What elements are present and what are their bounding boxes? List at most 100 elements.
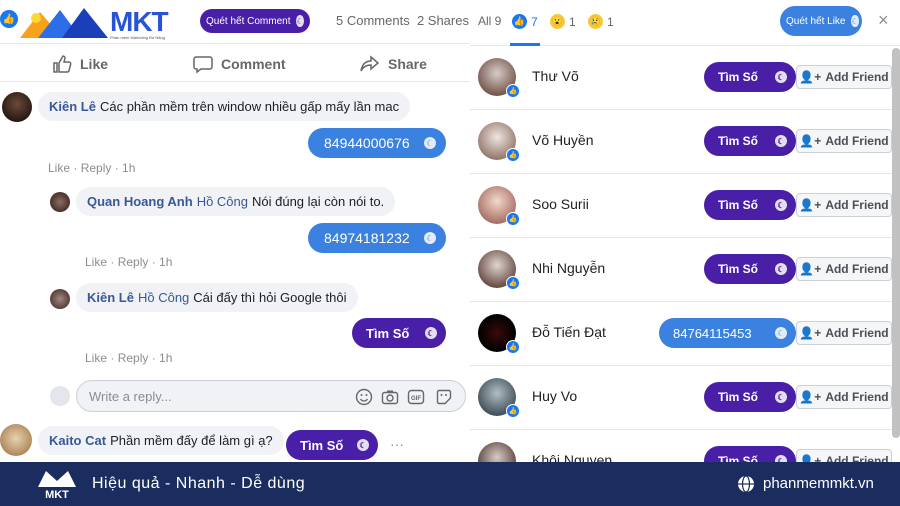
moon-icon: ☾ — [425, 327, 437, 339]
footer-website-link[interactable]: phanmemmkt.vn — [763, 475, 874, 492]
moon-icon: ☾ — [296, 15, 304, 27]
scan-all-comments-button[interactable]: Quét hết Comment ☾ — [200, 9, 310, 33]
avatar[interactable] — [2, 92, 32, 122]
phone-result-button[interactable]: 84974181232 ☾ — [308, 223, 446, 253]
like-link[interactable]: Like — [85, 351, 107, 365]
tab-sad[interactable]: 😢 1 — [588, 14, 614, 29]
reply-input[interactable]: Write a reply... GIF — [76, 380, 466, 412]
liker-name[interactable]: Soo Surii — [532, 196, 589, 212]
phone-number: 84764115453 — [673, 325, 752, 341]
list-item: Khôi Nguyen Tìm Số ☾ 👤+ Add Friend — [470, 430, 892, 462]
shares-count[interactable]: 2 Shares — [417, 13, 469, 28]
like-action-button[interactable]: Like — [52, 54, 108, 74]
more-options-icon[interactable]: ··· — [390, 436, 404, 452]
phone-result-button[interactable]: 84944000676 ☾ — [308, 128, 446, 158]
comment-author[interactable]: Kiên Lê — [87, 290, 134, 305]
moon-icon: ☾ — [851, 15, 859, 27]
find-number-button[interactable]: Tìm Số ☾ — [352, 318, 446, 348]
liker-name[interactable]: Nhi Nguyễn — [532, 260, 605, 276]
add-friend-button[interactable]: 👤+ Add Friend — [796, 193, 892, 217]
reactions-panel: All 9 👍 7 😮 1 😢 1 Quét hết Like ☾ × 👍 Th… — [470, 0, 900, 462]
add-friend-button[interactable]: 👤+ Add Friend — [796, 449, 892, 462]
liker-name[interactable]: Thư Võ — [532, 68, 579, 84]
liker-name[interactable]: Huy Vo — [532, 388, 577, 404]
add-friend-button[interactable]: 👤+ Add Friend — [796, 65, 892, 89]
comment-bubble: Quan Hoang Anh Hồ Công Nói đúng lại còn nó… — [76, 187, 396, 216]
moon-icon: ☾ — [775, 71, 787, 83]
comment-bubble-icon — [193, 56, 213, 74]
post-action-bar: Like Comment Share — [0, 44, 470, 82]
share-arrow-icon — [360, 55, 380, 72]
scrollbar[interactable] — [892, 48, 900, 438]
brand-subtitle: Phần mềm Marketing Đa Năng — [110, 35, 165, 40]
mention-tag[interactable]: Hồ Công — [197, 194, 248, 209]
add-friend-icon: 👤+ — [799, 134, 822, 148]
find-number-label: Tìm Số — [300, 437, 344, 453]
scan-all-likes-button[interactable]: Quét hết Like ☾ — [780, 6, 862, 36]
avatar[interactable] — [0, 424, 32, 456]
moon-icon: ☾ — [357, 439, 369, 451]
liker-name[interactable]: Võ Huyền — [532, 132, 593, 148]
comment-bubble: Kaito Cat Phần mềm đấy để làm gì ạ? — [38, 426, 284, 455]
liker-name[interactable]: Đỗ Tiến Đạt — [532, 324, 606, 340]
svg-text:GIF: GIF — [411, 396, 421, 402]
brand-name: MKT — [110, 6, 169, 37]
find-number-button[interactable]: Tìm Số ☾ — [704, 62, 796, 92]
camera-icon[interactable] — [381, 388, 399, 406]
comment-bubble: Kiên Lê Các phần mềm trên window nhiều gấ… — [38, 92, 411, 121]
tab-like[interactable]: 👍 7 — [512, 14, 538, 29]
add-friend-button[interactable]: 👤+ Add Friend — [796, 257, 892, 281]
reply-link[interactable]: Reply — [81, 161, 112, 175]
reply-link[interactable]: Reply — [118, 255, 149, 269]
find-number-label: Tìm Số — [366, 325, 410, 341]
add-friend-label: Add Friend — [825, 70, 889, 84]
find-number-label: Tìm Số — [718, 454, 759, 462]
find-number-button[interactable]: Tìm Số ☾ — [286, 430, 378, 460]
moon-icon: ☾ — [775, 327, 787, 339]
footer-logo-text: MKT — [45, 489, 69, 501]
close-icon[interactable]: × — [878, 10, 889, 31]
add-friend-label: Add Friend — [825, 390, 889, 404]
gif-icon[interactable]: GIF — [407, 388, 425, 406]
emoji-icon[interactable] — [355, 388, 373, 406]
share-action-button[interactable]: Share — [360, 54, 427, 74]
add-friend-button[interactable]: 👤+ Add Friend — [796, 129, 892, 153]
like-badge-icon: 👍 — [506, 212, 520, 226]
avatar[interactable] — [50, 192, 70, 212]
comment-bubble: Kiên Lê Hồ Công Cái đấy thì hỏi Google thô… — [76, 283, 358, 312]
like-badge-icon: 👍 — [506, 404, 520, 418]
find-number-label: Tìm Số — [718, 262, 759, 276]
tab-wow[interactable]: 😮 1 — [550, 14, 576, 29]
comments-count[interactable]: 5 Comments — [336, 13, 410, 28]
phone-result-button[interactable]: 84764115453 ☾ — [659, 318, 796, 348]
tab-all[interactable]: All 9 — [478, 14, 501, 28]
comment-text: Cái đấy thì hỏi Google thôi — [193, 290, 347, 305]
avatar[interactable] — [50, 289, 70, 309]
list-item: 👍 Soo Surii Tìm Số ☾ 👤+ Add Friend — [470, 174, 892, 238]
moon-icon: ☾ — [775, 135, 787, 147]
comment-action-button[interactable]: Comment — [193, 54, 286, 74]
find-number-button[interactable]: Tìm Số ☾ — [704, 126, 796, 156]
find-number-button[interactable]: Tìm Số ☾ — [704, 446, 796, 462]
add-friend-label: Add Friend — [825, 198, 889, 212]
like-badge-icon: 👍 — [506, 148, 520, 162]
comment-author[interactable]: Kiên Lê — [49, 99, 96, 114]
like-badge-icon: 👍 — [506, 340, 520, 354]
find-number-button[interactable]: Tìm Số ☾ — [704, 190, 796, 220]
sticker-icon[interactable] — [435, 388, 453, 406]
reply-link[interactable]: Reply — [118, 351, 149, 365]
liker-name[interactable]: Khôi Nguyen — [532, 452, 612, 462]
like-reaction-icon: 👍 — [0, 10, 18, 28]
like-link[interactable]: Like — [48, 161, 70, 175]
like-link[interactable]: Like — [85, 255, 107, 269]
comment-author[interactable]: Quan Hoang Anh — [87, 194, 193, 209]
mention-tag[interactable]: Hồ Công — [138, 290, 189, 305]
add-friend-button[interactable]: 👤+ Add Friend — [796, 321, 892, 345]
comment-author[interactable]: Kaito Cat — [49, 433, 106, 448]
tab-sad-count: 1 — [607, 14, 614, 29]
find-number-button[interactable]: Tìm Số ☾ — [704, 382, 796, 412]
add-friend-button[interactable]: 👤+ Add Friend — [796, 385, 892, 409]
find-number-button[interactable]: Tìm Số ☾ — [704, 254, 796, 284]
avatar[interactable] — [478, 442, 516, 462]
list-item: 👍 Thư Võ Tìm Số ☾ 👤+ Add Friend — [470, 46, 892, 110]
